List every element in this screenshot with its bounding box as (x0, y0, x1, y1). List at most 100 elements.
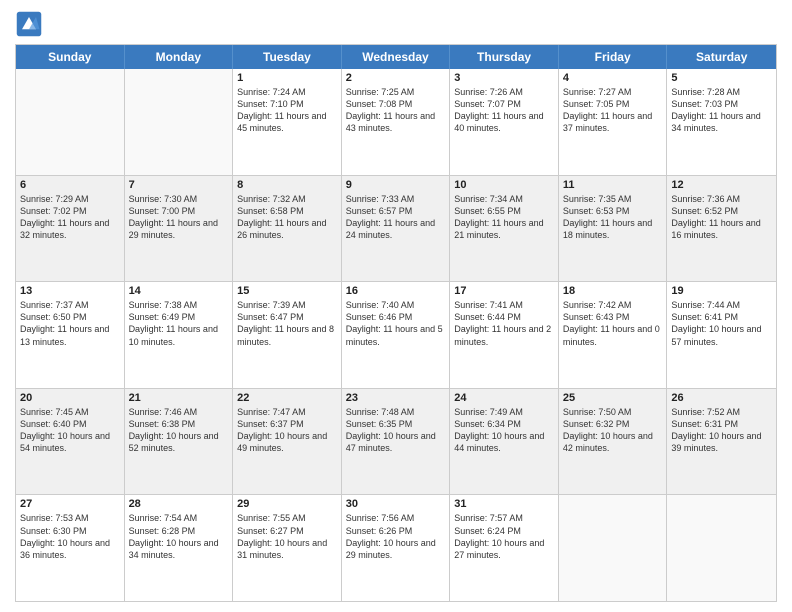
day-number: 1 (237, 72, 337, 84)
day-number: 25 (563, 392, 663, 404)
cell-info: Sunrise: 7:56 AM Sunset: 6:26 PM Dayligh… (346, 512, 446, 561)
cell-info: Sunrise: 7:37 AM Sunset: 6:50 PM Dayligh… (20, 299, 120, 348)
calendar-row-0: 1 Sunrise: 7:24 AM Sunset: 7:10 PM Daylig… (16, 69, 776, 175)
calendar-header: SundayMondayTuesdayWednesdayThursdayFrid… (16, 45, 776, 69)
day-number: 20 (20, 392, 120, 404)
day-number: 17 (454, 285, 554, 297)
cell-info: Sunrise: 7:34 AM Sunset: 6:55 PM Dayligh… (454, 193, 554, 242)
cal-cell: 17 Sunrise: 7:41 AM Sunset: 6:44 PM Dayli… (450, 282, 559, 388)
cal-cell: 19Sunrise: 7:44 AM Sunset: 6:41 PM Dayli… (667, 282, 776, 388)
calendar-row-4: 27 Sunrise: 7:53 AM Sunset: 6:30 PM Dayli… (16, 494, 776, 601)
cell-info: Sunrise: 7:53 AM Sunset: 6:30 PM Dayligh… (20, 512, 120, 561)
cell-info: Sunrise: 7:41 AM Sunset: 6:44 PM Dayligh… (454, 299, 554, 348)
cal-cell (559, 495, 668, 601)
day-number: 11 (563, 179, 663, 191)
cell-info: Sunrise: 7:24 AM Sunset: 7:10 PM Dayligh… (237, 86, 337, 135)
day-number: 9 (346, 179, 446, 191)
day-number: 27 (20, 498, 120, 510)
cal-cell: 29 Sunrise: 7:55 AM Sunset: 6:27 PM Dayli… (233, 495, 342, 601)
day-number: 8 (237, 179, 337, 191)
cal-cell: 2 Sunrise: 7:25 AM Sunset: 7:08 PM Daylig… (342, 69, 451, 175)
cal-cell: 26Sunrise: 7:52 AM Sunset: 6:31 PM Dayli… (667, 389, 776, 495)
header-day-monday: Monday (125, 45, 234, 69)
cal-cell: 21 Sunrise: 7:46 AM Sunset: 6:38 PM Dayli… (125, 389, 234, 495)
calendar: SundayMondayTuesdayWednesdayThursdayFrid… (15, 44, 777, 602)
cal-cell: 5 Sunrise: 7:28 AM Sunset: 7:03 PM Daylig… (667, 69, 776, 175)
cell-info: Sunrise: 7:38 AM Sunset: 6:49 PM Dayligh… (129, 299, 229, 348)
day-number: 4 (563, 72, 663, 84)
day-number: 22 (237, 392, 337, 404)
cal-cell: 25 Sunrise: 7:50 AM Sunset: 6:32 PM Dayli… (559, 389, 668, 495)
cell-info: Sunrise: 7:39 AM Sunset: 6:47 PM Dayligh… (237, 299, 337, 348)
day-number: 10 (454, 179, 554, 191)
cell-info: Sunrise: 7:45 AM Sunset: 6:40 PM Dayligh… (20, 406, 120, 455)
cell-info: Sunrise: 7:35 AM Sunset: 6:53 PM Dayligh… (563, 193, 663, 242)
cell-info: Sunrise: 7:32 AM Sunset: 6:58 PM Dayligh… (237, 193, 337, 242)
cell-info: Sunrise: 7:30 AM Sunset: 7:00 PM Dayligh… (129, 193, 229, 242)
cal-cell: 4 Sunrise: 7:27 AM Sunset: 7:05 PM Daylig… (559, 69, 668, 175)
day-number: 28 (129, 498, 229, 510)
cell-info: Sunrise: 7:36 AM Sunset: 6:52 PM Dayligh… (671, 193, 772, 242)
day-number: 24 (454, 392, 554, 404)
cell-info: Sunrise: 7:57 AM Sunset: 6:24 PM Dayligh… (454, 512, 554, 561)
cal-cell: 16 Sunrise: 7:40 AM Sunset: 6:46 PM Dayli… (342, 282, 451, 388)
cal-cell: 11 Sunrise: 7:35 AM Sunset: 6:53 PM Dayli… (559, 176, 668, 282)
header-day-friday: Friday (559, 45, 668, 69)
day-number: 14 (129, 285, 229, 297)
cell-info: Sunrise: 7:46 AM Sunset: 6:38 PM Dayligh… (129, 406, 229, 455)
header-day-tuesday: Tuesday (233, 45, 342, 69)
cal-cell: 31 Sunrise: 7:57 AM Sunset: 6:24 PM Dayli… (450, 495, 559, 601)
header-day-wednesday: Wednesday (342, 45, 451, 69)
cell-info: Sunrise: 7:44 AM Sunset: 6:41 PM Dayligh… (671, 299, 772, 348)
cal-cell: 7 Sunrise: 7:30 AM Sunset: 7:00 PM Daylig… (125, 176, 234, 282)
calendar-body: 1 Sunrise: 7:24 AM Sunset: 7:10 PM Daylig… (16, 69, 776, 601)
cal-cell: 8 Sunrise: 7:32 AM Sunset: 6:58 PM Daylig… (233, 176, 342, 282)
cal-cell: 18 Sunrise: 7:42 AM Sunset: 6:43 PM Dayli… (559, 282, 668, 388)
logo (15, 10, 47, 38)
cell-info: Sunrise: 7:52 AM Sunset: 6:31 PM Dayligh… (671, 406, 772, 455)
calendar-row-1: 6 Sunrise: 7:29 AM Sunset: 7:02 PM Daylig… (16, 175, 776, 282)
cell-info: Sunrise: 7:25 AM Sunset: 7:08 PM Dayligh… (346, 86, 446, 135)
day-number: 18 (563, 285, 663, 297)
day-number: 21 (129, 392, 229, 404)
calendar-row-3: 20 Sunrise: 7:45 AM Sunset: 6:40 PM Dayli… (16, 388, 776, 495)
cal-cell: 9 Sunrise: 7:33 AM Sunset: 6:57 PM Daylig… (342, 176, 451, 282)
calendar-row-2: 13 Sunrise: 7:37 AM Sunset: 6:50 PM Dayli… (16, 281, 776, 388)
day-number: 16 (346, 285, 446, 297)
cal-cell: 1 Sunrise: 7:24 AM Sunset: 7:10 PM Daylig… (233, 69, 342, 175)
cell-info: Sunrise: 7:55 AM Sunset: 6:27 PM Dayligh… (237, 512, 337, 561)
header-day-sunday: Sunday (16, 45, 125, 69)
cal-cell: 15 Sunrise: 7:39 AM Sunset: 6:47 PM Dayli… (233, 282, 342, 388)
page: SundayMondayTuesdayWednesdayThursdayFrid… (0, 0, 792, 612)
day-number: 5 (671, 72, 772, 84)
cell-info: Sunrise: 7:42 AM Sunset: 6:43 PM Dayligh… (563, 299, 663, 348)
cal-cell: 30 Sunrise: 7:56 AM Sunset: 6:26 PM Dayli… (342, 495, 451, 601)
cal-cell: 13 Sunrise: 7:37 AM Sunset: 6:50 PM Dayli… (16, 282, 125, 388)
logo-icon (15, 10, 43, 38)
day-number: 13 (20, 285, 120, 297)
day-number: 29 (237, 498, 337, 510)
day-number: 23 (346, 392, 446, 404)
cell-info: Sunrise: 7:40 AM Sunset: 6:46 PM Dayligh… (346, 299, 446, 348)
day-number: 31 (454, 498, 554, 510)
day-number: 15 (237, 285, 337, 297)
day-number: 3 (454, 72, 554, 84)
header-day-saturday: Saturday (667, 45, 776, 69)
cell-info: Sunrise: 7:49 AM Sunset: 6:34 PM Dayligh… (454, 406, 554, 455)
day-number: 6 (20, 179, 120, 191)
cell-info: Sunrise: 7:28 AM Sunset: 7:03 PM Dayligh… (671, 86, 772, 135)
cal-cell: 10 Sunrise: 7:34 AM Sunset: 6:55 PM Dayli… (450, 176, 559, 282)
cell-info: Sunrise: 7:33 AM Sunset: 6:57 PM Dayligh… (346, 193, 446, 242)
cell-info: Sunrise: 7:26 AM Sunset: 7:07 PM Dayligh… (454, 86, 554, 135)
cell-info: Sunrise: 7:50 AM Sunset: 6:32 PM Dayligh… (563, 406, 663, 455)
cell-info: Sunrise: 7:27 AM Sunset: 7:05 PM Dayligh… (563, 86, 663, 135)
day-number: 12 (671, 179, 772, 191)
day-number: 30 (346, 498, 446, 510)
cal-cell: 28Sunrise: 7:54 AM Sunset: 6:28 PM Dayli… (125, 495, 234, 601)
header (15, 10, 777, 38)
day-number: 2 (346, 72, 446, 84)
cal-cell: 27 Sunrise: 7:53 AM Sunset: 6:30 PM Dayli… (16, 495, 125, 601)
day-number: 7 (129, 179, 229, 191)
cell-info: Sunrise: 7:29 AM Sunset: 7:02 PM Dayligh… (20, 193, 120, 242)
cell-info: Sunrise: 7:48 AM Sunset: 6:35 PM Dayligh… (346, 406, 446, 455)
